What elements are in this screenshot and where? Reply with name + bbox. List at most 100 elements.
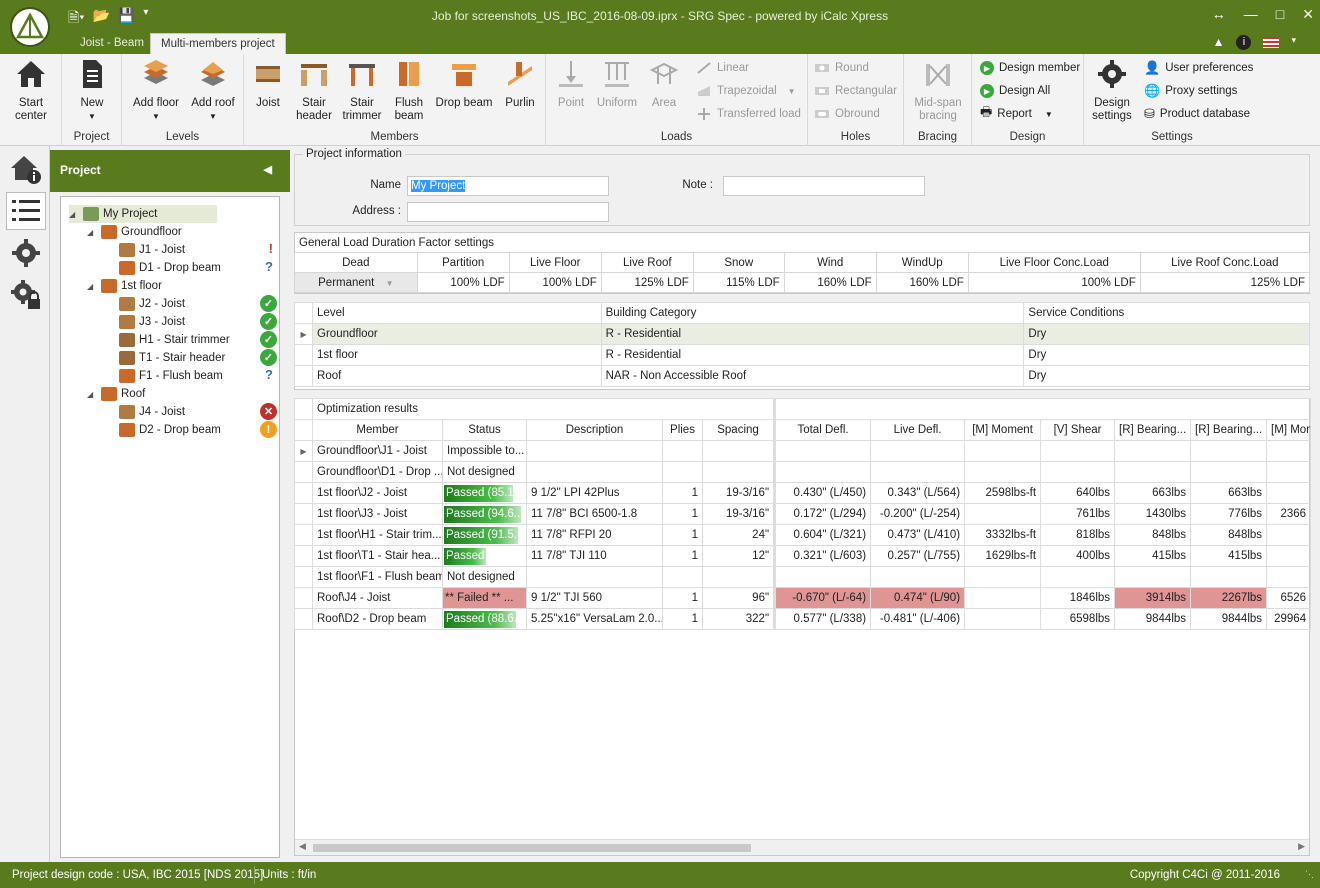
member-cell[interactable]: Groundfloor\D1 - Drop ... bbox=[312, 461, 443, 483]
levels-cell[interactable]: R - Residential bbox=[600, 344, 1025, 366]
resize-icon[interactable]: ↔ bbox=[1212, 6, 1226, 23]
plies-cell[interactable]: 1 bbox=[662, 503, 703, 525]
description-cell[interactable] bbox=[526, 566, 663, 588]
live-cell[interactable] bbox=[870, 461, 966, 483]
total-cell[interactable]: -0.670" (L/-64) bbox=[774, 587, 872, 609]
scroll-left-icon[interactable]: ◀ bbox=[299, 841, 306, 852]
stair-header-button[interactable]: Stair header bbox=[292, 58, 336, 123]
live-cell[interactable] bbox=[870, 566, 966, 588]
description-cell[interactable]: 11 7/8" BCI 6500-1.8 bbox=[526, 503, 663, 525]
description-cell[interactable]: 11 7/8" TJI 110 bbox=[526, 545, 663, 567]
b2-cell[interactable]: 848lbs bbox=[1190, 524, 1268, 546]
results-header-cell[interactable]: Spacing bbox=[701, 419, 777, 441]
live-cell[interactable]: 0.473" (L/410) bbox=[870, 524, 966, 546]
levels-header-cell[interactable]: Service Conditions bbox=[1023, 302, 1310, 324]
minimize-button[interactable]: — bbox=[1244, 6, 1258, 23]
ldf-value-cell[interactable]: 160% LDF bbox=[875, 272, 969, 293]
spacing-cell[interactable]: 19-3/16" bbox=[701, 503, 777, 525]
results-header-cell[interactable]: [R] Bearing... bbox=[1114, 419, 1192, 441]
language-dropdown-icon[interactable]: ▾ bbox=[1291, 35, 1296, 50]
spacing-cell[interactable]: 322" bbox=[701, 608, 777, 630]
moment-cell[interactable] bbox=[964, 503, 1042, 525]
rail-locked-settings[interactable] bbox=[6, 276, 46, 314]
moment-cell[interactable] bbox=[964, 587, 1042, 609]
m2-cell[interactable] bbox=[1266, 482, 1312, 504]
shear-cell[interactable]: 1846lbs bbox=[1040, 587, 1116, 609]
drop-beam-button[interactable]: Drop beam bbox=[434, 58, 494, 110]
report-button[interactable]: 🖶 Report ▼ bbox=[980, 104, 1053, 124]
m2-cell[interactable]: 6526 bbox=[1266, 587, 1312, 609]
tree-level-node[interactable]: ◢ Groundfloor bbox=[87, 223, 182, 241]
ldf-dead-select[interactable]: Permanent ▼ bbox=[294, 272, 418, 293]
b2-cell[interactable]: 663lbs bbox=[1190, 482, 1268, 504]
rail-settings[interactable] bbox=[6, 234, 46, 272]
total-cell[interactable]: 0.577" (L/338) bbox=[774, 608, 872, 630]
moment-cell[interactable]: 1629lbs-ft bbox=[964, 545, 1042, 567]
live-cell[interactable]: 0.343" (L/564) bbox=[870, 482, 966, 504]
member-cell[interactable]: 1st floor\J2 - Joist bbox=[312, 482, 443, 504]
live-cell[interactable]: -0.481" (L/-406) bbox=[870, 608, 966, 630]
scroll-thumb[interactable] bbox=[313, 844, 751, 852]
plies-cell[interactable]: 1 bbox=[662, 608, 703, 630]
status-cell[interactable]: Passed (91.5... bbox=[442, 524, 527, 546]
live-cell[interactable]: 0.474" (L/90) bbox=[870, 587, 966, 609]
spacing-cell[interactable]: 19-3/16" bbox=[701, 482, 777, 504]
table-row[interactable]: 1st floor\T1 - Stair hea... Passed (51.5.… bbox=[294, 545, 1312, 567]
stair-trimmer-button[interactable]: Stair trimmer bbox=[340, 58, 384, 123]
scroll-right-icon[interactable]: ▶ bbox=[1298, 841, 1305, 852]
b2-cell[interactable] bbox=[1190, 566, 1268, 588]
levels-cell[interactable]: 1st floor bbox=[312, 344, 602, 366]
obround-hole-button[interactable]: Obround bbox=[814, 104, 880, 124]
table-row[interactable]: 1st floor R - Residential Dry bbox=[293, 344, 1310, 366]
total-cell[interactable] bbox=[774, 440, 872, 462]
table-row[interactable]: ▶ Groundfloor R - Residential Dry bbox=[293, 323, 1310, 345]
spacing-cell[interactable]: 12" bbox=[701, 545, 777, 567]
table-row[interactable]: Groundfloor\D1 - Drop ... Not designed bbox=[294, 461, 1312, 483]
spacing-cell[interactable] bbox=[701, 566, 777, 588]
results-header-cell[interactable]: [M] Mom bbox=[1266, 419, 1312, 441]
m2-cell[interactable]: 29964 bbox=[1266, 608, 1312, 630]
member-cell[interactable]: 1st floor\F1 - Flush beam bbox=[312, 566, 443, 588]
levels-cell[interactable]: Groundfloor bbox=[312, 323, 602, 345]
table-row[interactable]: 1st floor\J2 - Joist Passed (85.1... 9 1/2… bbox=[294, 482, 1312, 504]
table-row[interactable]: Roof\D2 - Drop beam Passed (88.6... 5.25"x… bbox=[294, 608, 1312, 630]
b1-cell[interactable]: 848lbs bbox=[1114, 524, 1192, 546]
plies-cell[interactable] bbox=[662, 440, 703, 462]
m2-cell[interactable] bbox=[1266, 524, 1312, 546]
description-cell[interactable]: 5.25"x16" VersaLam 2.0... bbox=[526, 608, 663, 630]
proxy-settings-button[interactable]: 🌐 Proxy settings bbox=[1144, 81, 1237, 101]
tree-member-node[interactable]: J3 - Joist bbox=[105, 313, 185, 331]
results-header-cell[interactable]: [R] Bearing... bbox=[1190, 419, 1268, 441]
results-header-cell[interactable]: [V] Shear bbox=[1040, 419, 1116, 441]
plies-cell[interactable]: 1 bbox=[662, 545, 703, 567]
description-cell[interactable]: 9 1/2" LPI 42Plus bbox=[526, 482, 663, 504]
plies-cell[interactable] bbox=[662, 566, 703, 588]
member-cell[interactable]: 1st floor\T1 - Stair hea... bbox=[312, 545, 443, 567]
linear-load-button[interactable]: Linear bbox=[696, 58, 749, 78]
tree-level-node[interactable]: ◢ 1st floor bbox=[87, 277, 162, 295]
levels-cell[interactable]: Dry bbox=[1023, 365, 1310, 387]
m2-cell[interactable]: 2366 bbox=[1266, 503, 1312, 525]
results-header-cell[interactable]: Plies bbox=[662, 419, 703, 441]
status-cell[interactable]: Passed (51.5... bbox=[442, 545, 527, 567]
total-cell[interactable]: 0.321" (L/603) bbox=[774, 545, 872, 567]
b1-cell[interactable]: 1430lbs bbox=[1114, 503, 1192, 525]
total-cell[interactable] bbox=[774, 461, 872, 483]
expand-toggle-icon[interactable]: ◢ bbox=[87, 282, 97, 291]
plies-cell[interactable]: 1 bbox=[662, 482, 703, 504]
spacing-cell[interactable]: 96" bbox=[701, 587, 777, 609]
plies-cell[interactable] bbox=[662, 461, 703, 483]
tree-member-node[interactable]: F1 - Flush beam bbox=[105, 367, 223, 385]
b1-cell[interactable]: 415lbs bbox=[1114, 545, 1192, 567]
shear-cell[interactable] bbox=[1040, 440, 1116, 462]
design-settings-button[interactable]: Design settings bbox=[1088, 58, 1136, 123]
member-cell[interactable]: 1st floor\H1 - Stair trim... bbox=[312, 524, 443, 546]
member-cell[interactable]: Groundfloor\J1 - Joist bbox=[312, 440, 443, 462]
live-cell[interactable] bbox=[870, 440, 966, 462]
ldf-value-cell[interactable]: 125% LDF bbox=[600, 272, 694, 293]
status-cell[interactable]: Not designed bbox=[442, 461, 527, 483]
b1-cell[interactable]: 663lbs bbox=[1114, 482, 1192, 504]
b1-cell[interactable] bbox=[1114, 461, 1192, 483]
shear-cell[interactable]: 761lbs bbox=[1040, 503, 1116, 525]
levels-header-cell[interactable]: Building Category bbox=[600, 302, 1025, 324]
